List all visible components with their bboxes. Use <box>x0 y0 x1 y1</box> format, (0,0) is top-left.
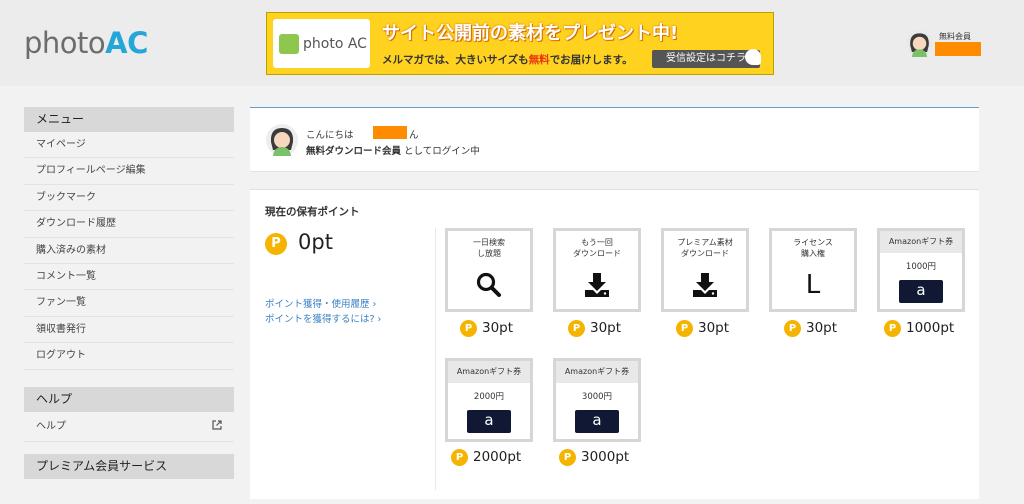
how-to-earn-link[interactable]: ポイントを獲得するには? › <box>265 311 381 325</box>
license-icon-wrap: L <box>772 271 854 299</box>
download-icon-wrap <box>664 271 746 299</box>
product-price: P 1000pt <box>884 318 954 338</box>
product-price: P 30pt <box>460 318 513 338</box>
greeting-text: こんにちは <box>306 130 354 141</box>
product-label: Amazonギフト券 <box>880 231 962 253</box>
price-value: 30pt <box>806 320 838 336</box>
greeting-suffix: ん <box>409 130 419 141</box>
avatar-icon <box>906 30 933 57</box>
price-value: 2000pt <box>473 449 522 465</box>
help-label: ヘルプ <box>36 420 66 432</box>
user-status-label: 無料会員 <box>939 32 971 41</box>
menu-heading: メニュー <box>24 107 234 132</box>
gift-amount: 1000円 <box>905 262 937 272</box>
product-price: P 3000pt <box>559 447 629 467</box>
banner-badge-text: photo AC <box>303 35 367 52</box>
banner-settings-button[interactable]: 受信設定はコチラ <box>652 50 760 68</box>
login-status-text: 無料ダウンロード会員 としてログイン中 <box>306 143 480 157</box>
username-redacted <box>935 42 981 56</box>
point-coin-icon: P <box>559 448 576 466</box>
product-card-redownload[interactable]: もう一回 ダウンロード <box>553 228 641 312</box>
login-suffix: としてログイン中 <box>404 146 480 157</box>
product-label: ライセンス 購入権 <box>793 238 833 258</box>
search-icon-wrap <box>448 271 530 299</box>
current-points: 0pt <box>298 230 333 254</box>
sidebar-item-fans[interactable]: ファン一覧 <box>24 290 234 317</box>
sidebar: メニュー マイページ プロフィールページ編集 ブックマーク ダウンロード履歴 購… <box>24 107 234 479</box>
amazon-logo-icon: a <box>899 280 943 303</box>
price-value: 30pt <box>698 320 730 336</box>
banner-sub-before: メルマガでは、大きいサイズも <box>382 54 529 66</box>
point-coin-icon: P <box>676 319 693 337</box>
product-card-license[interactable]: ライセンス 購入権 L <box>769 228 857 312</box>
price-value: 30pt <box>482 320 514 336</box>
download-icon <box>585 273 609 297</box>
sidebar-item-logout[interactable]: ログアウト <box>24 343 234 370</box>
photoac-mini-icon <box>279 33 299 54</box>
point-coin-icon: P <box>784 319 801 337</box>
product-card-amazon-3000[interactable]: Amazonギフト券 3000円 a <box>553 358 641 442</box>
divider <box>435 228 436 490</box>
amazon-logo-icon: a <box>467 410 511 433</box>
product-label: Amazonギフト券 <box>556 361 638 383</box>
sidebar-item-help[interactable]: ヘルプ <box>24 412 234 442</box>
gift-amount: 3000円 <box>581 392 613 402</box>
points-title: 現在の保有ポイント <box>265 206 360 218</box>
banner-subtext: メルマガでは、大きいサイズも無料でお届けします。 <box>382 52 633 67</box>
point-coin-icon: P <box>451 448 468 466</box>
logo-photo-text: photo <box>24 26 106 60</box>
avatar-icon <box>266 124 298 156</box>
banner-sub-after: でお届けします。 <box>549 54 633 66</box>
price-value: 3000pt <box>581 449 630 465</box>
points-panel: 現在の保有ポイント P 0pt ポイント獲得・使用履歴 › ポイントを獲得するに… <box>250 189 979 499</box>
sidebar-item-comments[interactable]: コメント一覧 <box>24 264 234 291</box>
product-label: もう一回 ダウンロード <box>573 238 621 258</box>
sidebar-item-mypage[interactable]: マイページ <box>24 132 234 159</box>
gift-amount: 2000円 <box>473 392 505 402</box>
product-card-amazon-1000[interactable]: Amazonギフト券 1000円 a <box>877 228 965 312</box>
external-link-icon <box>212 419 222 430</box>
premium-heading: プレミアム会員サービス <box>24 453 234 479</box>
sidebar-item-download-history[interactable]: ダウンロード履歴 <box>24 211 234 238</box>
member-type: 無料ダウンロード会員 <box>306 146 402 157</box>
sidebar-item-profile-edit[interactable]: プロフィールページ編集 <box>24 158 234 185</box>
price-value: 1000pt <box>906 320 955 336</box>
product-card-search-unlimited[interactable]: 一日検索 し放題 <box>445 228 533 312</box>
download-icon <box>693 273 717 297</box>
product-price: P 30pt <box>676 318 729 338</box>
product-price: P 30pt <box>568 318 621 338</box>
license-l-icon: L <box>805 270 821 300</box>
product-label: プレミアム素材 ダウンロード <box>677 238 733 258</box>
help-heading: ヘルプ <box>24 386 234 412</box>
sidebar-item-receipts[interactable]: 領収書発行 <box>24 317 234 344</box>
product-card-premium-download[interactable]: プレミアム素材 ダウンロード <box>661 228 749 312</box>
banner-sub-highlight: 無料 <box>528 54 550 66</box>
amazon-logo-icon: a <box>575 410 619 433</box>
points-history-link[interactable]: ポイント獲得・使用履歴 › <box>265 296 376 310</box>
banner-headline: サイト公開前の素材をプレゼント中! <box>382 23 679 44</box>
product-price: P 30pt <box>784 318 837 338</box>
site-header: photoAC photo AC サイト公開前の素材をプレゼント中! メルマガで… <box>0 0 1024 86</box>
product-card-amazon-2000[interactable]: Amazonギフト券 2000円 a <box>445 358 533 442</box>
sidebar-item-purchased[interactable]: 購入済みの素材 <box>24 238 234 264</box>
product-label: 一日検索 し放題 <box>473 238 505 258</box>
pointer-hand-icon <box>745 49 761 65</box>
point-coin-icon: P <box>884 319 901 337</box>
username-redacted <box>373 126 407 139</box>
product-price: P 2000pt <box>451 447 521 467</box>
photoac-logo[interactable]: photoAC <box>24 26 148 60</box>
point-coin-icon: P <box>265 233 287 255</box>
sidebar-item-bookmarks[interactable]: ブックマーク <box>24 185 234 212</box>
point-coin-icon: P <box>568 319 585 337</box>
price-value: 30pt <box>590 320 622 336</box>
download-icon-wrap <box>556 271 638 299</box>
point-coin-icon: P <box>460 319 477 337</box>
logo-ac-text: AC <box>105 26 148 60</box>
search-icon <box>476 272 501 297</box>
newsletter-banner[interactable]: photo AC サイト公開前の素材をプレゼント中! メルマガでは、大きいサイズ… <box>266 12 774 75</box>
login-status-panel: こんにちは ん 無料ダウンロード会員 としてログイン中 <box>250 107 979 172</box>
banner-badge: photo AC <box>273 19 370 68</box>
product-label: Amazonギフト券 <box>448 361 530 383</box>
